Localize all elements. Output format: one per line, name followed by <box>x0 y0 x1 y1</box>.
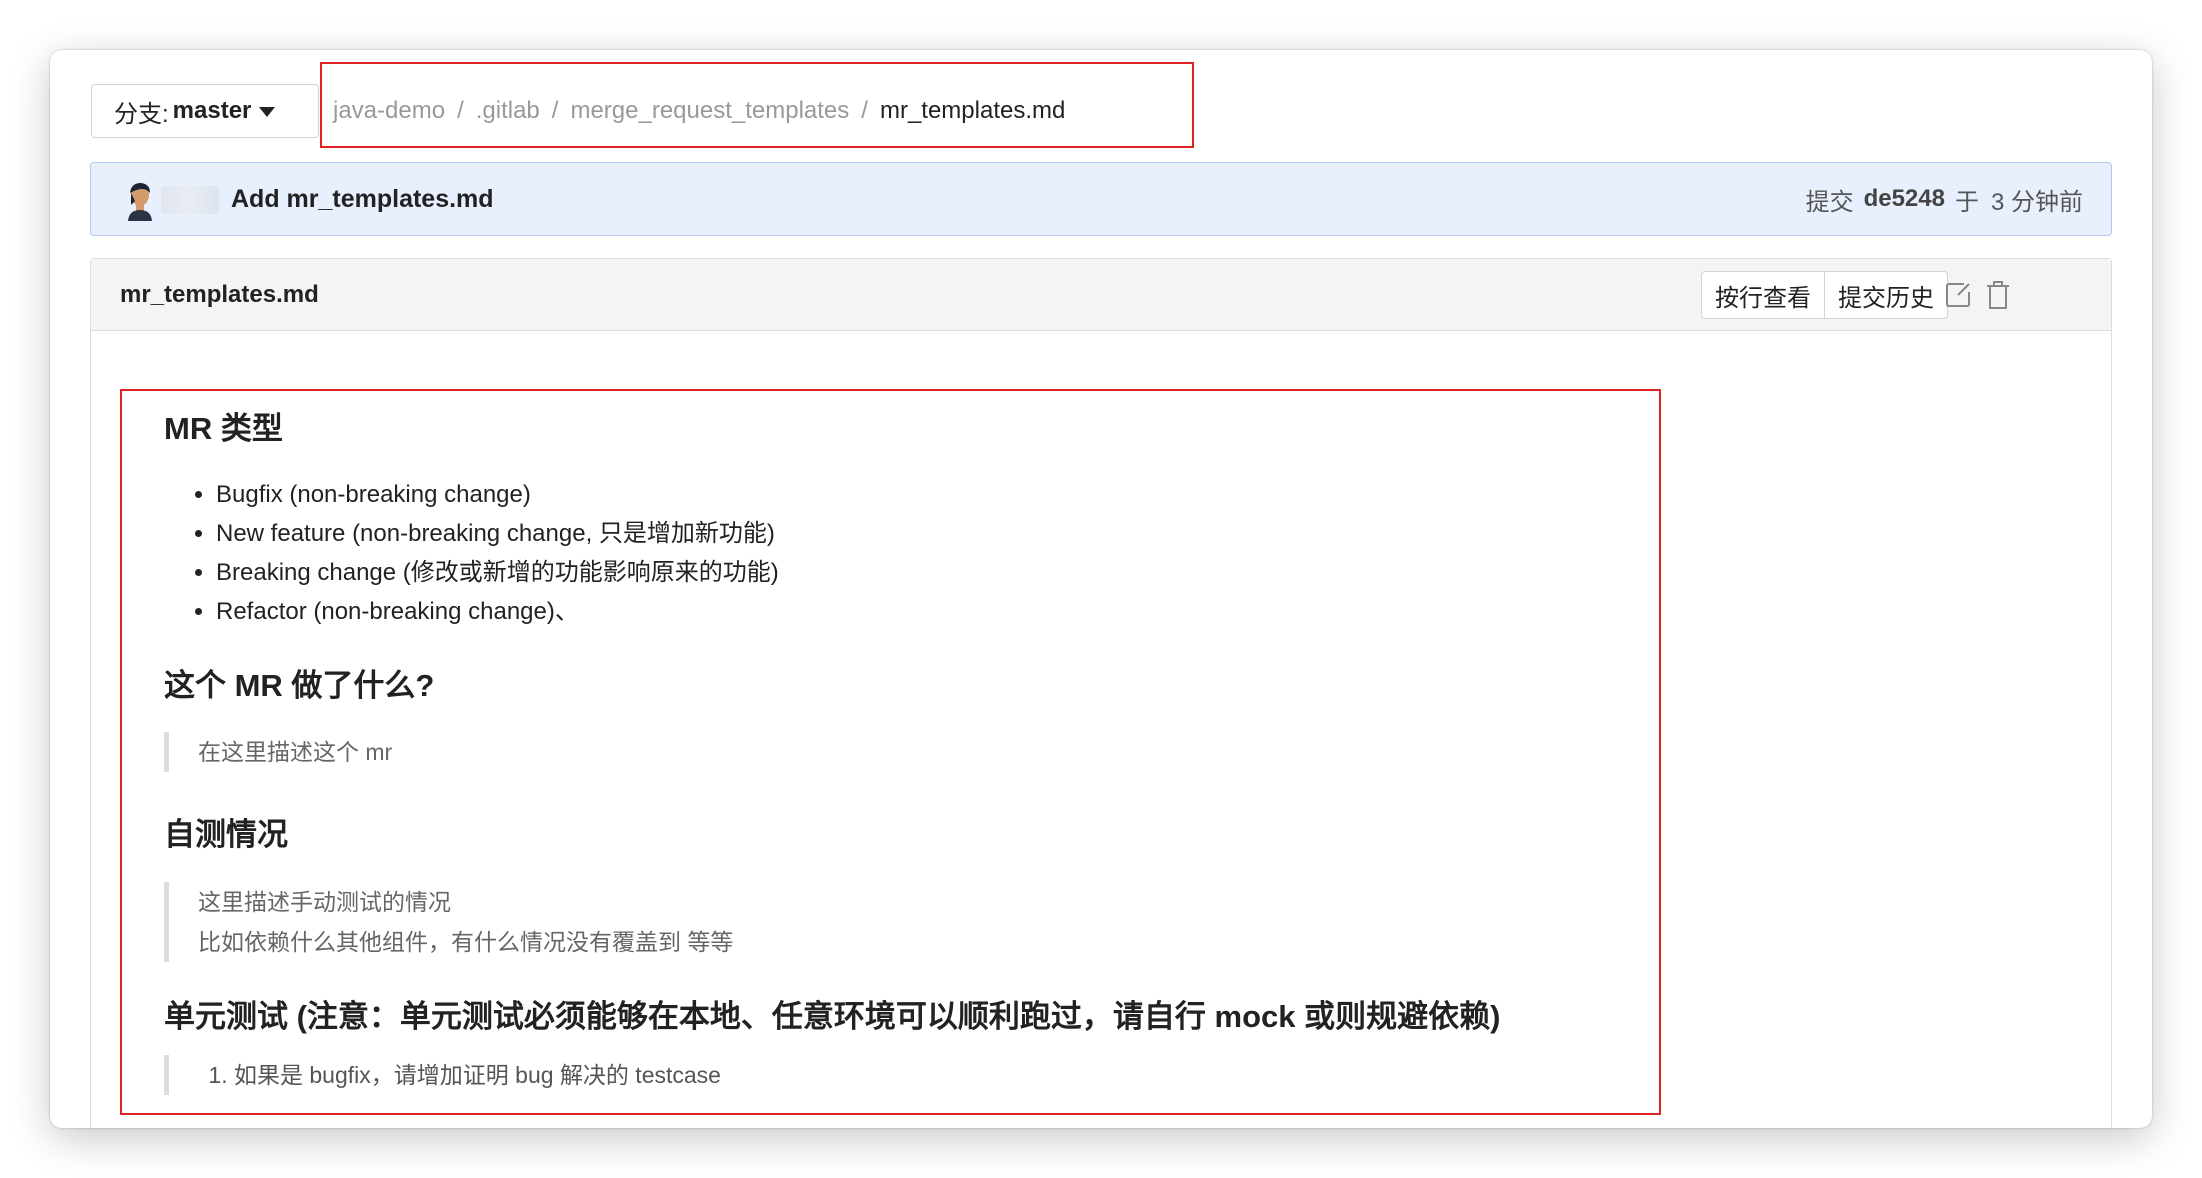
breadcrumb-separator: / <box>457 97 464 124</box>
file-name: mr_templates.md <box>120 281 319 308</box>
commit-sha[interactable]: de5248 <box>1864 185 1945 213</box>
commit-meta-prefix: 提交 <box>1805 188 1854 216</box>
avatar[interactable] <box>125 181 155 221</box>
unittest-list: 如果是 bugfix，请增加证明 bug 解决的 testcase <box>198 1055 1644 1095</box>
list-item: Breaking change (修改或新增的功能影响原来的功能) <box>216 553 1644 592</box>
file-header: mr_templates.md 按行查看 提交历史 <box>91 259 2111 331</box>
breadcrumb-separator: / <box>861 97 868 124</box>
heading-selftest: 自测情况 <box>164 817 288 853</box>
history-button[interactable]: 提交历史 <box>1825 271 1948 319</box>
commit-meta: 提交 de5248 于 3 分钟前 <box>1806 163 2083 235</box>
heading-unittest: 单元测试 (注意：单元测试必须能够在本地、任意环境可以顺利跑过，请自行 mock… <box>164 998 1501 1034</box>
breadcrumb-separator: / <box>551 97 559 124</box>
list-item: Refactor (non-breaking change)、 <box>216 592 1644 631</box>
app-window: 分支: master java-demo / .gitlab / merge_r… <box>50 50 2152 1128</box>
caret-down-icon <box>259 107 276 117</box>
list-item: 如果是 bugfix，请增加证明 bug 解决的 testcase <box>234 1055 1644 1095</box>
author-name-redacted <box>161 186 219 214</box>
quote-line: 比如依赖什么其他组件，有什么情况没有覆盖到 等等 <box>198 928 734 955</box>
blockquote-what: 在这里描述这个 mr <box>164 732 1644 773</box>
list-item: Bugfix (non-breaking change) <box>216 475 1644 514</box>
commit-time: 3 分钟前 <box>1990 188 2083 216</box>
markdown-content: MR 类型 Bugfix (non-breaking change) New f… <box>164 410 1644 1095</box>
breadcrumb-item-templates[interactable]: merge_request_templates <box>570 97 849 125</box>
edit-icon[interactable] <box>1941 277 1975 313</box>
breadcrumb-item-gitlab[interactable]: .gitlab <box>476 97 540 125</box>
quote-line: 在这里描述这个 mr <box>198 739 393 766</box>
branch-value: master <box>172 97 252 124</box>
branch-selector[interactable]: 分支: master <box>91 84 319 138</box>
branch-label: 分支: <box>114 100 169 128</box>
commit-meta-mid: 于 <box>1954 188 1979 216</box>
blockquote-unittest: 如果是 bugfix，请增加证明 bug 解决的 testcase <box>164 1054 1644 1095</box>
screenshot-background: 分支: master java-demo / .gitlab / merge_r… <box>0 0 2202 1178</box>
breadcrumb-item-file: mr_templates.md <box>879 97 1066 124</box>
mr-type-list: Bugfix (non-breaking change) New feature… <box>164 475 1644 631</box>
trash-icon[interactable] <box>1981 277 2015 313</box>
list-item: New feature (non-breaking change, 只是增加新功… <box>216 514 1644 553</box>
quote-line: 这里描述手动测试的情况 <box>198 888 451 915</box>
heading-mr-type: MR 类型 <box>164 411 283 446</box>
blame-button[interactable]: 按行查看 <box>1701 271 1825 319</box>
breadcrumb-item-project[interactable]: java-demo <box>333 97 445 125</box>
last-commit-bar: Add mr_templates.md 提交 de5248 于 3 分钟前 <box>90 162 2112 236</box>
commit-message[interactable]: Add mr_templates.md <box>231 163 494 235</box>
blockquote-selftest: 这里描述手动测试的情况 比如依赖什么其他组件，有什么情况没有覆盖到 等等 <box>164 881 1644 962</box>
file-actions-group: 按行查看 提交历史 <box>1701 271 1948 319</box>
breadcrumb: java-demo / .gitlab / merge_request_temp… <box>333 84 1065 138</box>
heading-what: 这个 MR 做了什么? <box>164 668 435 704</box>
